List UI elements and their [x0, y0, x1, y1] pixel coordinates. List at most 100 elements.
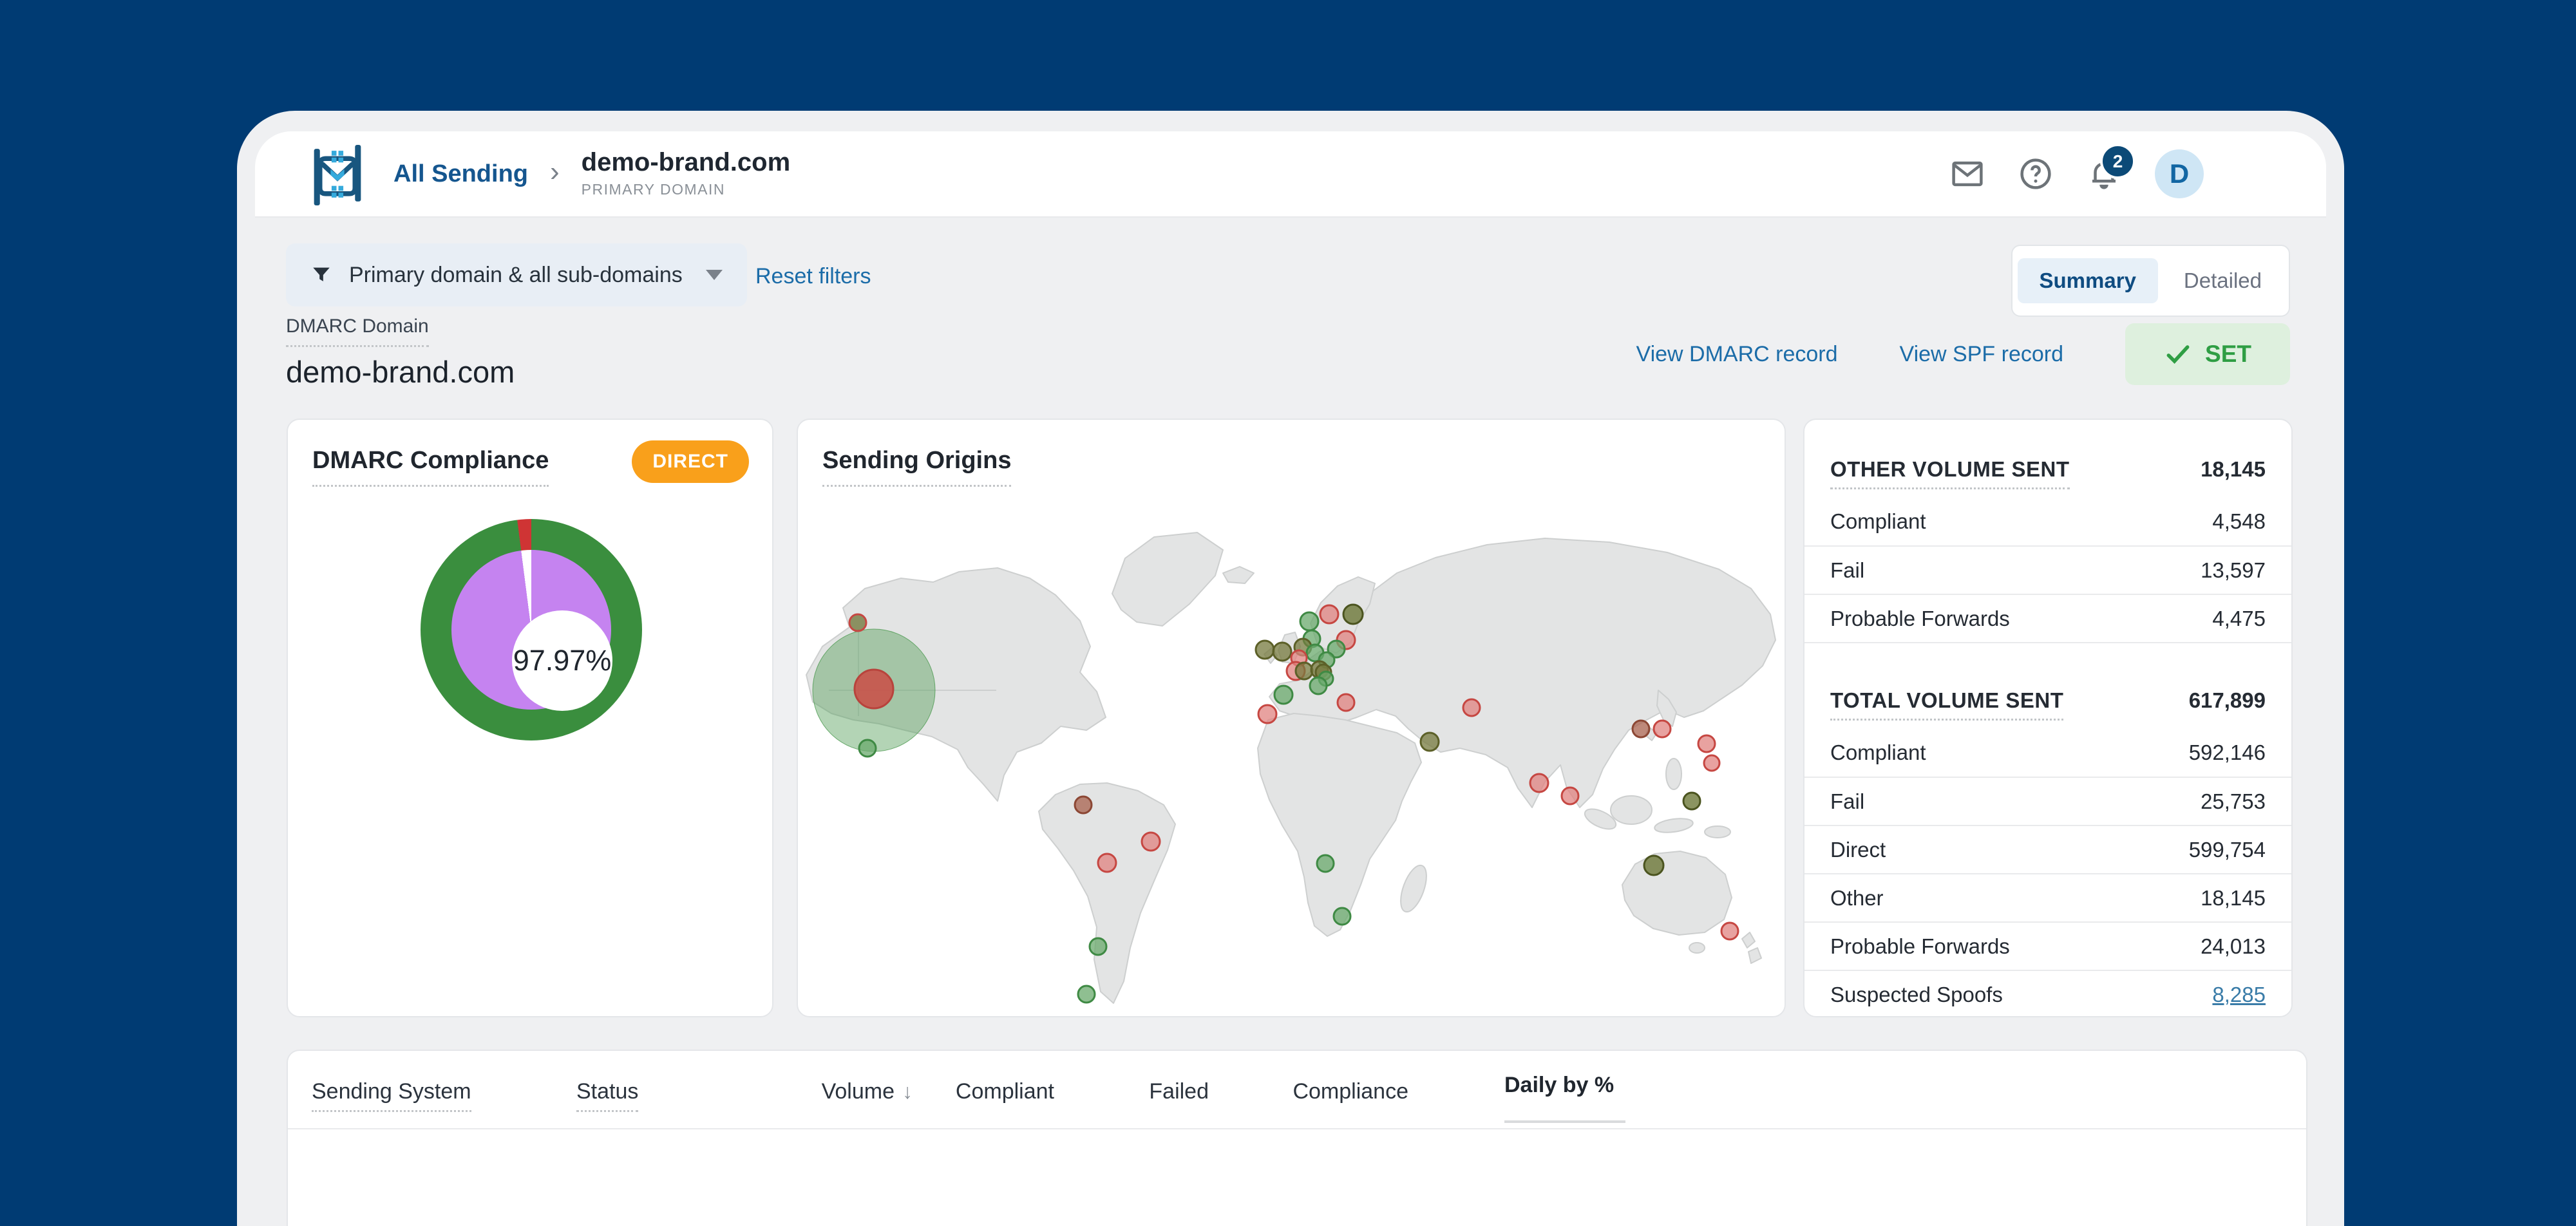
- origin-dot: [1703, 754, 1721, 772]
- page-background: All Sending › demo-brand.com PRIMARY DOM…: [0, 0, 2576, 1226]
- volume-row-value: 25,753: [2201, 789, 2266, 813]
- origin-dot: [1653, 719, 1672, 739]
- total-volume-header-row: TOTAL VOLUME SENT 617,899: [1804, 673, 2291, 728]
- origin-dot: [1255, 639, 1275, 660]
- avatar[interactable]: D: [2155, 149, 2204, 198]
- checkmark-icon: [2166, 345, 2190, 364]
- volume-row-value: 599,754: [2188, 837, 2266, 862]
- breadcrumb-domain-type: PRIMARY DOMAIN: [581, 181, 726, 198]
- table-row-hubspot: HubSpot DIRECT 547,406 543,916 3,490 99.…: [288, 1129, 2306, 1226]
- volume-row: Probable Forwards 4,475: [1804, 594, 2291, 642]
- origin-dot: [1097, 853, 1117, 873]
- dmarc-compliance-card: DMARC Compliance DIRECT 97.97% DIRECT VO…: [287, 419, 773, 1226]
- volume-row: Direct 599,754: [1804, 825, 2291, 873]
- volume-row-value: 4,548: [2212, 509, 2266, 533]
- column-compliance[interactable]: Compliance: [1280, 1079, 1408, 1104]
- volume-row-label: Suspected Spoofs: [1830, 982, 2003, 1006]
- daily-column-underline: [1504, 1120, 1625, 1123]
- origin-dot: [1077, 985, 1096, 1004]
- volume-row-label: Direct: [1830, 837, 1886, 862]
- view-dmarc-record-link[interactable]: View DMARC record: [1636, 342, 1838, 367]
- volume-row-value: 24,013: [2201, 934, 2266, 958]
- volume-row-label: Compliant: [1830, 740, 1926, 764]
- page-title-domain: demo-brand.com: [286, 355, 515, 389]
- dmarcian-logo[interactable]: [305, 143, 370, 207]
- volume-row: Compliant 4,548: [1804, 497, 2291, 545]
- volume-row-value: 4,475: [2212, 606, 2266, 630]
- app-header: All Sending › demo-brand.com PRIMARY DOM…: [255, 131, 2326, 218]
- origin-dot: [1074, 795, 1093, 815]
- column-status[interactable]: Status: [576, 1079, 639, 1112]
- origin-dot: [1257, 704, 1278, 724]
- origin-dot: [1319, 604, 1340, 625]
- volume-row-label: Probable Forwards: [1830, 606, 2010, 630]
- origin-dot: [1332, 907, 1352, 926]
- volume-row: Fail 13,597: [1804, 545, 2291, 594]
- chevron-down-icon: [705, 270, 723, 280]
- volume-row-label: Probable Forwards: [1830, 934, 2010, 958]
- breadcrumb-all-sending-link[interactable]: All Sending: [393, 160, 528, 188]
- total-volume-rows: Compliant 592,146 Fail 25,753 Direct 599,754 O…: [1804, 728, 2291, 1018]
- tab-summary[interactable]: Summary: [2017, 258, 2158, 303]
- origin-dot: [1088, 937, 1108, 956]
- volume-summary-card: OTHER VOLUME SENT 18,145 Compliant 4,548 F…: [1803, 419, 2293, 1017]
- origin-dot: [1299, 611, 1320, 632]
- volume-row-label: Fail: [1830, 789, 1865, 813]
- sort-descending-icon: ↓: [902, 1080, 913, 1103]
- origin-dot: [1342, 603, 1364, 625]
- breadcrumb: All Sending › demo-brand.com PRIMARY DOM…: [393, 131, 790, 216]
- volume-row: Other 18,145: [1804, 873, 2291, 921]
- volume-row: Compliant 592,146: [1804, 728, 2291, 777]
- column-sending-system[interactable]: Sending System: [312, 1079, 471, 1112]
- view-mode-toggle: Summary Detailed: [2011, 245, 2290, 317]
- origin-dot: [1294, 661, 1314, 681]
- other-volume-rows: Compliant 4,548 Fail 13,597 Probable Forward…: [1804, 497, 2291, 642]
- tab-detailed[interactable]: Detailed: [2162, 258, 2284, 303]
- domain-filter-label: Primary domain & all sub-domains: [349, 262, 683, 287]
- volume-row: Suspected Spoofs 8,285: [1804, 970, 2291, 1018]
- origin-dot: [1720, 921, 1739, 941]
- compliance-donut-inner-ring: 97.97%: [451, 550, 612, 711]
- app-window: All Sending › demo-brand.com PRIMARY DOM…: [237, 111, 2344, 1226]
- dmarc-set-button[interactable]: SET: [2125, 323, 2290, 385]
- compliance-card-title: DMARC Compliance: [312, 447, 549, 487]
- direct-badge: DIRECT: [632, 440, 749, 483]
- origin-dot: [1309, 676, 1328, 695]
- notification-count-badge: 2: [2100, 144, 2136, 179]
- help-icon[interactable]: [2018, 156, 2053, 191]
- header-actions: 2 D: [1950, 131, 2204, 216]
- origin-dot: [1643, 854, 1665, 876]
- origin-dot: [1529, 773, 1549, 793]
- volume-row: Probable Forwards 24,013: [1804, 921, 2291, 970]
- compliance-donut-chart: 97.97%: [421, 519, 642, 740]
- volume-row-value: 18,145: [2201, 885, 2266, 910]
- suspected-spoofs-link[interactable]: 8,285: [2212, 983, 2266, 1007]
- volume-row-label: Other: [1830, 885, 1884, 910]
- domain-filter-dropdown[interactable]: Primary domain & all sub-domains: [286, 243, 747, 306]
- notifications-bell-icon[interactable]: 2: [2087, 144, 2136, 191]
- origin-dot: [1336, 693, 1356, 712]
- view-spf-record-link[interactable]: View SPF record: [1900, 342, 2063, 367]
- filter-funnel-icon: [313, 267, 330, 281]
- dmarc-domain-label: DMARC Domain: [286, 316, 429, 347]
- origin-dot: [1462, 698, 1481, 717]
- mail-icon[interactable]: [1950, 156, 1985, 191]
- volume-row-label: Compliant: [1830, 509, 1926, 533]
- origin-dot: [1682, 791, 1701, 811]
- breadcrumb-domain: demo-brand.com PRIMARY DOMAIN: [582, 149, 790, 198]
- origin-dot: [1697, 734, 1716, 753]
- other-volume-header-row: OTHER VOLUME SENT 18,145: [1804, 442, 2291, 497]
- column-compliant[interactable]: Compliant: [938, 1079, 1054, 1104]
- column-daily-by-pct[interactable]: Daily by %: [1504, 1073, 1614, 1098]
- reset-filters-link[interactable]: Reset filters: [755, 264, 871, 289]
- volume-row-label: Fail: [1830, 558, 1865, 582]
- chevron-right-icon: ›: [550, 156, 560, 187]
- domain-actions: View DMARC record View SPF record SET: [1636, 323, 2290, 385]
- table-header: Sending System Status Volume ↓ Compliant…: [288, 1051, 2306, 1129]
- origin-dot: [1631, 719, 1651, 739]
- breadcrumb-domain-name: demo-brand.com: [581, 148, 791, 176]
- origin-dot: [848, 613, 867, 632]
- volume-row-value: 13,597: [2201, 558, 2266, 582]
- column-volume-sort[interactable]: Volume ↓: [777, 1079, 913, 1104]
- column-failed[interactable]: Failed: [1132, 1079, 1209, 1104]
